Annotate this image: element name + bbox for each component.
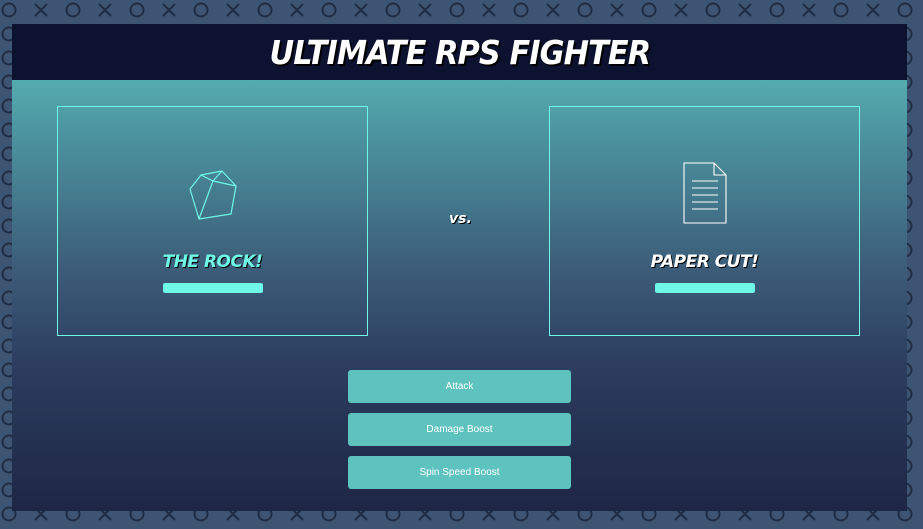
opponent-name: PAPER CUT! xyxy=(650,252,759,272)
versus-label: vs. xyxy=(449,211,472,227)
opponent-card: PAPER CUT! xyxy=(549,106,860,336)
player-name: THE ROCK! xyxy=(162,252,263,272)
paper-icon xyxy=(682,162,727,224)
game-title: ULTIMATE RPS FIGHTER xyxy=(269,32,651,72)
opponent-health-bar xyxy=(655,283,755,293)
damage-boost-button[interactable]: Damage Boost xyxy=(348,413,571,446)
attack-button[interactable]: Attack xyxy=(348,370,571,403)
player-card: THE ROCK! xyxy=(57,106,368,336)
player-health-fill xyxy=(163,283,263,293)
game-header: ULTIMATE RPS FIGHTER xyxy=(12,24,907,80)
spin-speed-boost-button[interactable]: Spin Speed Boost xyxy=(348,456,571,489)
player-health-bar xyxy=(163,283,263,293)
opponent-health-fill xyxy=(655,283,755,293)
rock-icon xyxy=(188,170,237,220)
game-frame: ULTIMATE RPS FIGHTER THE ROCK! vs. PAPER… xyxy=(12,24,907,511)
